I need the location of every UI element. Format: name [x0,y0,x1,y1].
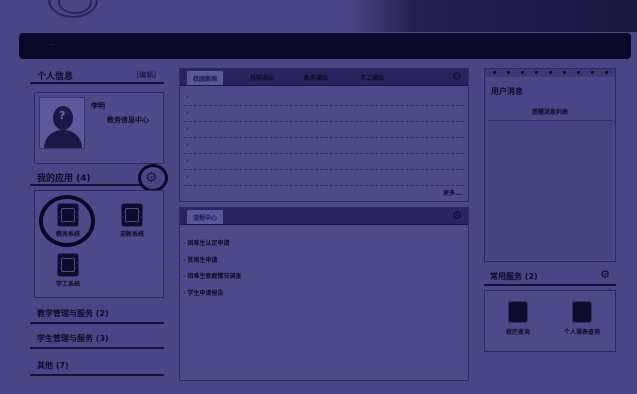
app-label: 迎新系统 [119,231,144,238]
list-item[interactable]: › [184,123,464,138]
category-title: 教学管理与服务 (2) [37,309,109,318]
service-item-calendar[interactable]: 校历查询 [485,301,551,336]
tab-school-notice[interactable]: 校务通知 [250,73,274,82]
app-label: 学工系统 [55,281,80,288]
category-teaching[interactable]: 教学管理与服务 (2) [30,302,164,324]
list-item[interactable]: › [184,155,464,170]
services-title: 常用服务 (2) [490,272,538,281]
message-panel: 用户消息 提醒消息列表 [484,68,616,262]
news-panel: 校园新闻 校务通知 教务通知 学工通知 ⚙ › › › › › › 更多... [179,68,469,202]
tab-process-center[interactable]: 流程中心 [186,209,225,224]
folder-icon [57,253,79,277]
category-student[interactable]: 学生管理与服务 (3) [30,327,164,349]
app-item-yingxin[interactable]: 迎新系统 [105,199,159,243]
list-item[interactable]: › [184,171,464,186]
profile-section-title: 个人信息 [37,72,74,82]
main-navbar[interactable]: ·· [19,33,631,59]
more-link[interactable]: 更多... [443,188,462,197]
calendar-icon [508,301,528,323]
app-item-xuegong[interactable]: 学工系统 [41,249,95,293]
profile-section-header: 个人信息 [编辑] [30,66,164,84]
process-item[interactable]: · 困难生认定申请 [183,238,229,247]
category-other[interactable]: 其他 (7) [30,354,164,376]
pen-icon [121,203,143,227]
service-item-schedule[interactable]: 个人课表查询 [549,301,615,336]
services-grid: 校历查询 个人课表查询 [484,290,616,352]
notepad-binding [485,69,615,77]
highlight-ring [39,195,95,247]
school-logo [48,0,98,18]
tab-campus-news[interactable]: 校园新闻 [186,70,225,85]
process-item[interactable]: · 贫困生申请 [183,255,217,264]
gear-icon[interactable]: ⚙ [452,209,462,222]
category-title: 学生管理与服务 (3) [37,334,109,343]
list-item[interactable]: › [184,139,464,154]
message-list [488,120,612,258]
service-label: 个人课表查询 [563,329,600,336]
news-tabs: 校园新闻 校务通知 教务通知 学工通知 ⚙ [180,69,468,86]
message-subtitle[interactable]: 提醒消息列表 [485,107,615,116]
my-apps-settings-button[interactable]: ⚙ [138,164,168,192]
gear-icon[interactable]: ⚙ [452,70,462,83]
tab-student-notice[interactable]: 学工通知 [360,73,384,82]
profile-edit-link[interactable]: [编辑] [137,70,156,80]
app-item-jiaowu[interactable]: 教务系统 [39,195,95,247]
message-title: 用户消息 [491,87,523,96]
my-apps-title: 我的应用 (4) [37,174,91,184]
process-item[interactable]: · 学生申请报告 [183,288,223,297]
list-item[interactable]: › [184,91,464,106]
profile-name: 李明 [91,102,105,110]
navbar-text: ·· [49,41,54,49]
gear-icon[interactable]: ⚙ [600,268,610,281]
top-banner [0,0,637,32]
schedule-icon [572,301,592,323]
profile-department: 教务信息中心 [107,116,149,124]
process-panel: 流程中心 ⚙ · 困难生认定申请 · 贫困生申请 · 困难生家庭情况调查 · 学… [179,207,469,381]
avatar: ? [39,97,85,149]
profile-card: ? 李明 教务信息中心 [34,92,164,164]
avatar-placeholder-icon: ? [59,109,66,122]
list-item[interactable]: › [184,107,464,122]
services-header: 常用服务 (2) ⚙ [484,268,616,286]
tab-academic-notice[interactable]: 教务通知 [304,73,328,82]
process-tabs: 流程中心 ⚙ [180,208,468,225]
left-column: 个人信息 [编辑] ? 李明 教务信息中心 我的应用 (4) ⚙ 教务系统 迎新… [30,66,168,382]
service-label: 校历查询 [505,329,530,336]
gear-icon: ⚙ [145,170,158,186]
my-apps-grid: 教务系统 迎新系统 学工系统 [34,190,164,298]
process-item[interactable]: · 困难生家庭情况调查 [183,271,241,280]
category-title: 其他 (7) [37,361,69,370]
